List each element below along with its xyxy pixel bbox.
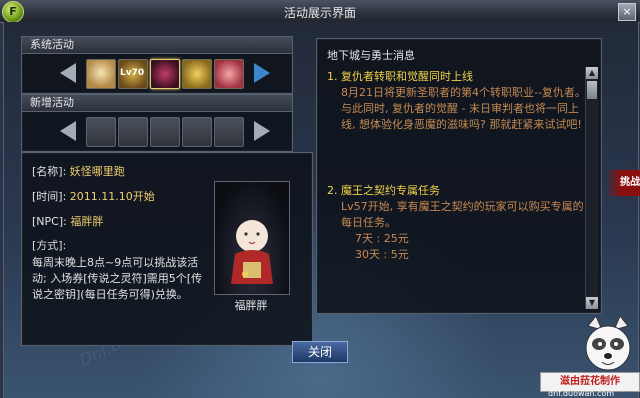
activity-detail-panel: [名称]: 妖怪哪里跑 [时间]: 2011.11.10开始 [NPC]: 福胖…	[21, 152, 313, 346]
mascot-dog-icon	[582, 315, 634, 376]
new-prev-arrow-icon[interactable]	[60, 121, 76, 141]
activity-slot-1[interactable]	[86, 59, 116, 89]
close-button[interactable]: 关闭	[292, 341, 348, 363]
window-title: 活动展示界面	[283, 6, 356, 20]
news-item-2: 2. 魔王之契约专属任务 Lv57开始, 享有魔王之契约的玩家可以购买专属的每日…	[327, 183, 589, 263]
news-scrollbar[interactable]: ▲ ▼	[585, 67, 598, 309]
activity-slot-2[interactable]: Lv70	[118, 59, 148, 89]
news-item-1-body2: 与此同时, 复仇者的觉醒 - 末日审判者也将一同上线, 想体验化身恶魔的滋味吗?…	[341, 102, 582, 131]
news-item-2-price-1: 7天 : 25元	[355, 232, 409, 245]
news-item-1-body: 8月21日将更新圣职者的第4个转职职业--复仇者。	[341, 86, 586, 99]
new-activities-panel: 新增活动	[21, 94, 293, 152]
window-content: Dnf.Duowan.Com Dnf.Duowan.Com 系统活动 Lv70 …	[3, 22, 639, 398]
challenge-side-tag: 挑战	[606, 170, 640, 196]
new-activity-slot-3[interactable]	[150, 117, 180, 147]
new-activity-slot-4[interactable]	[182, 117, 212, 147]
new-activity-slot-2[interactable]	[118, 117, 148, 147]
new-activity-slot-5[interactable]	[214, 117, 244, 147]
news-header: 地下城与勇士消息	[327, 49, 415, 62]
npc-portrait	[214, 181, 290, 295]
news-item-1-title: 1. 复仇者转职和觉醒同时上线	[327, 70, 473, 83]
news-item-2-body: Lv57开始, 享有魔王之契约的玩家可以购买专属的每日任务。	[341, 200, 584, 229]
detail-npc-value: 福胖胖	[70, 215, 104, 228]
scroll-up-icon[interactable]: ▲	[586, 67, 598, 79]
level-badge: Lv70	[120, 68, 145, 78]
system-activities-header: 系统活动	[22, 37, 292, 54]
mascot-url: dnf.duowan.com	[548, 389, 615, 398]
detail-npc: [NPC]: 福胖胖	[32, 213, 103, 229]
activity-slot-4[interactable]	[182, 59, 212, 89]
detail-time-value: 2011.11.10开始	[69, 190, 155, 203]
new-activity-slot-1[interactable]	[86, 117, 116, 147]
detail-npc-label: [NPC]:	[32, 215, 67, 228]
system-prev-arrow-icon[interactable]	[60, 63, 76, 83]
detail-time: [时间]: 2011.11.10开始	[32, 188, 155, 204]
scroll-down-icon[interactable]: ▼	[586, 297, 598, 309]
activity-slot-3[interactable]	[150, 59, 180, 89]
scroll-thumb[interactable]	[587, 81, 597, 99]
detail-name-value: 妖怪哪里跑	[69, 165, 125, 178]
detail-name: [名称]: 妖怪哪里跑	[32, 163, 125, 179]
detail-name-label: [名称]:	[32, 165, 67, 178]
activity-slot-5[interactable]	[214, 59, 244, 89]
system-activities-panel: 系统活动 Lv70	[21, 36, 293, 94]
title-bar[interactable]: F 活动展示界面 ×	[0, 0, 640, 23]
news-item-1: 1. 复仇者转职和觉醒同时上线 8月21日将更新圣职者的第4个转职职业--复仇者…	[327, 69, 589, 133]
news-item-2-price-2: 30天 : 5元	[355, 248, 409, 261]
system-next-arrow-icon[interactable]	[254, 63, 270, 83]
news-item-2-title: 2. 魔王之契约专属任务	[327, 184, 440, 197]
detail-method-label: [方式]:	[32, 239, 67, 252]
news-panel: 地下城与勇士消息 1. 复仇者转职和觉醒同时上线 8月21日将更新圣职者的第4个…	[316, 38, 602, 314]
npc-portrait-name: 福胖胖	[234, 299, 268, 312]
detail-time-label: [时间]:	[32, 190, 67, 203]
new-activities-header: 新增活动	[22, 95, 292, 112]
detail-description: 每周末晚上8点~9点可以挑战该活动; 入场券[传说之灵符]需用5个[传说之密钥]…	[32, 256, 203, 301]
close-icon[interactable]: ×	[618, 3, 636, 21]
new-next-arrow-icon[interactable]	[254, 121, 270, 141]
npc-figure-icon	[231, 220, 273, 284]
